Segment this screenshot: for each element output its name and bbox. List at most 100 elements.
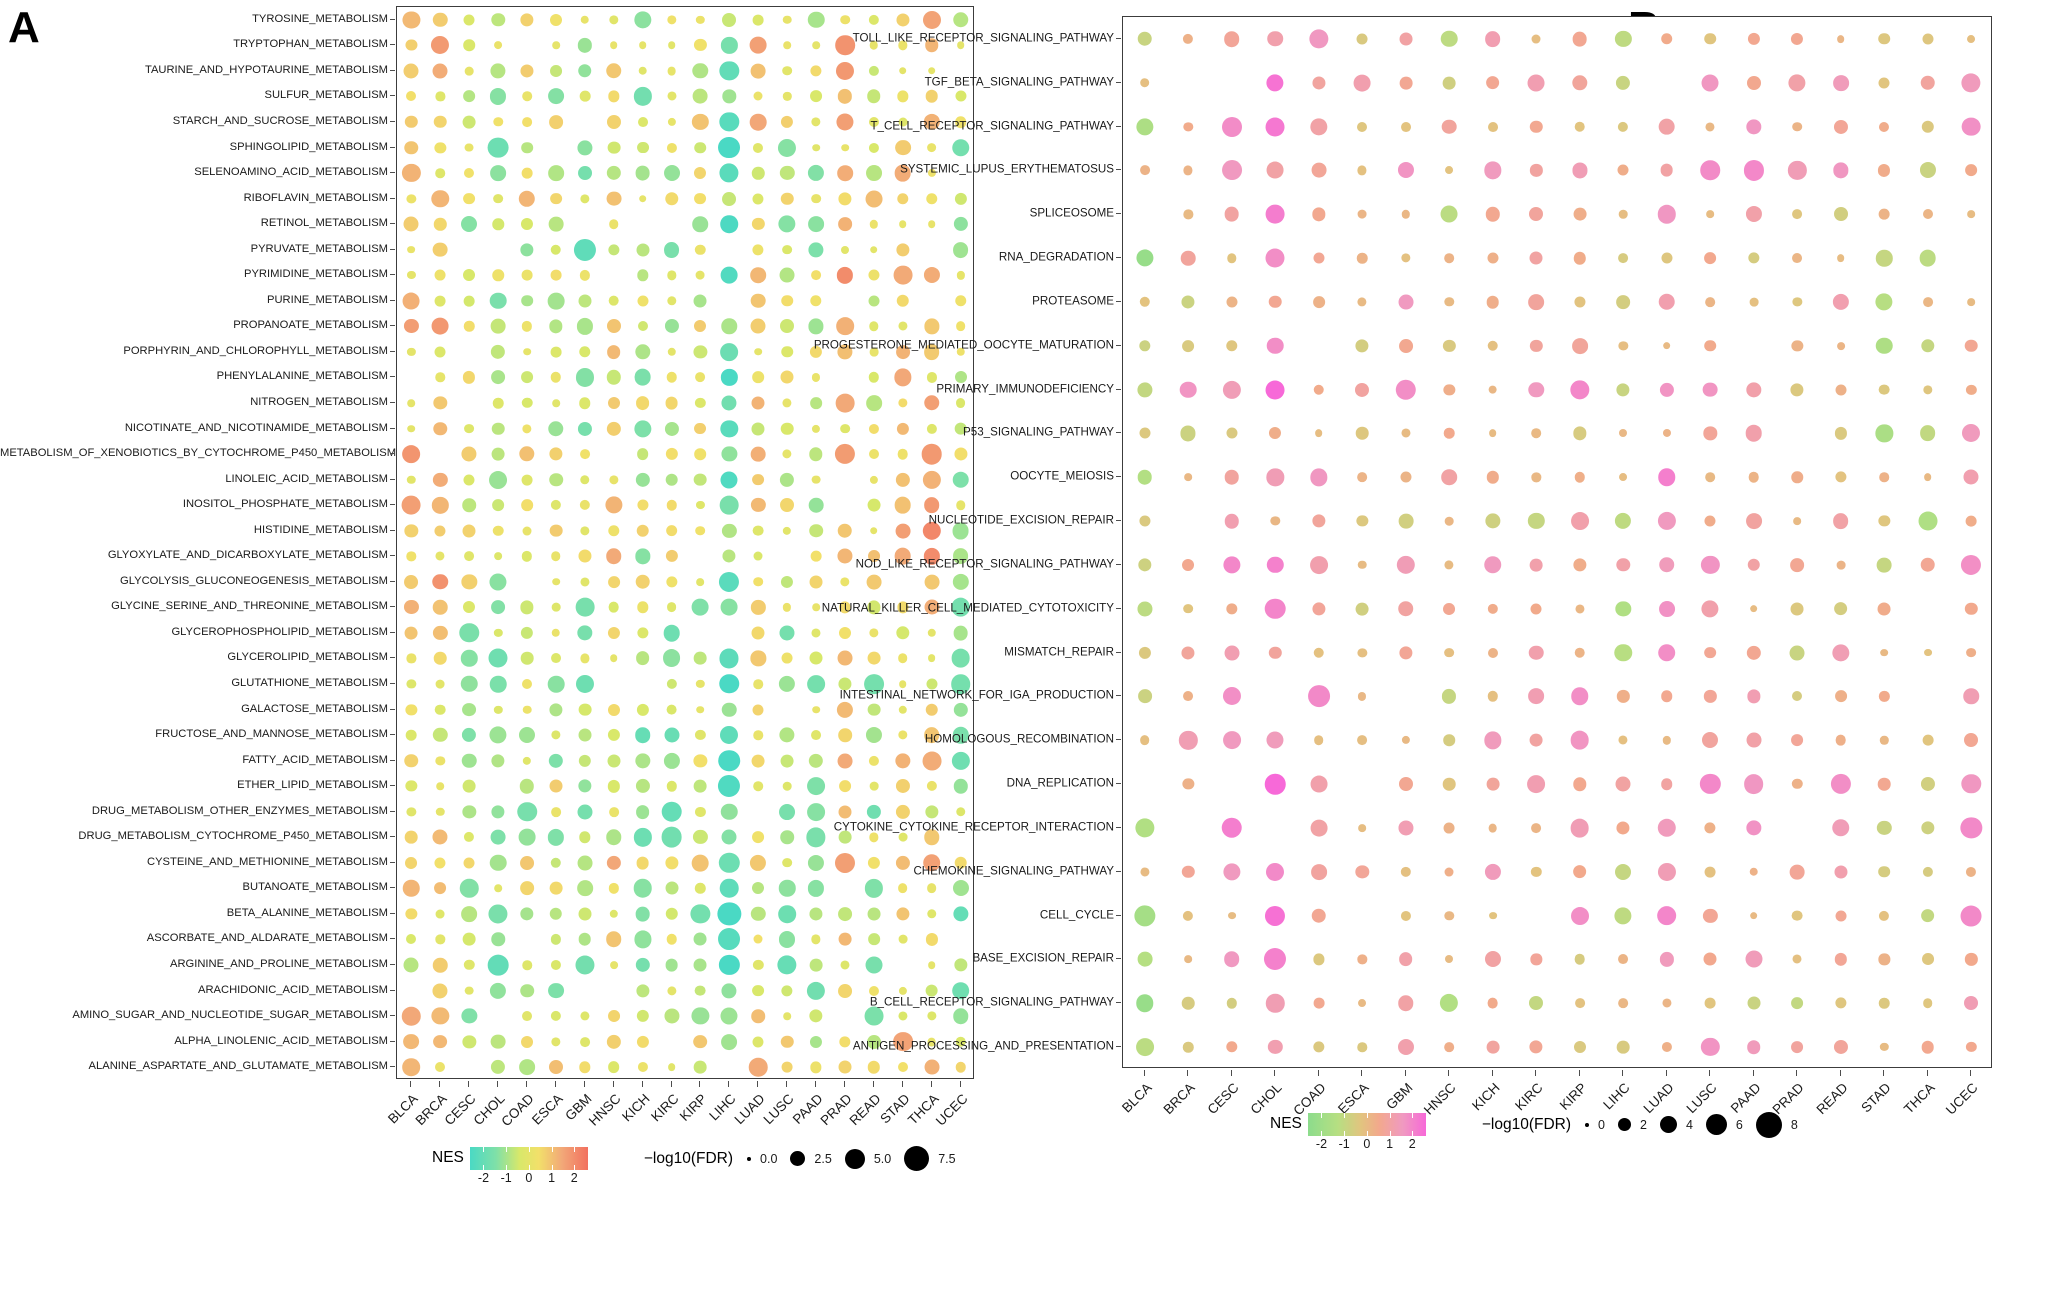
bubble-point [1445,166,1454,175]
bubble-point [1749,297,1759,307]
y-axis-tick-mark [1116,1002,1121,1004]
bubble-point [1485,75,1500,90]
bubble-point [1614,906,1632,925]
bubble-point [1267,556,1284,574]
bubble-point [1835,997,1847,1009]
bubble-point [1743,160,1764,181]
bubble-point [1358,999,1367,1008]
bubble-point [1401,210,1410,219]
x-axis-tick-mark [1317,1070,1319,1076]
bubble-point [1791,32,1804,45]
y-axis-tick-mark [1116,520,1121,522]
bubble-point [1963,688,1979,705]
bubble-point [1792,778,1803,790]
bubble-point [1355,865,1369,879]
bubble-point [1792,691,1803,702]
y-axis-tick-label: PROGESTERONE_MEDIATED_OOCYTE_MATURATION [813,338,1114,352]
y-axis-tick-mark [1116,739,1121,741]
bubble-point [1792,954,1802,964]
x-axis-tick-mark [1187,1070,1189,1076]
bubble-point [1483,556,1502,574]
bubble-point [1877,820,1892,836]
bubble-point [1221,160,1242,181]
bubble-point [1400,910,1411,921]
bubble-point [1183,121,1193,132]
bubble-point [1878,33,1891,45]
bubble-point [1443,428,1455,439]
bubble-point [1395,379,1416,400]
bubble-point [1136,117,1154,136]
bubble-point [1138,646,1151,659]
bubble-point [1355,382,1370,397]
bubble-point [1531,866,1542,877]
bubble-point [1575,604,1585,614]
bubble-point [1619,473,1628,482]
bubble-point [1268,295,1282,309]
bubble-point [1139,515,1151,527]
y-axis-tick-label: TOLL_LIKE_RECEPTOR_SIGNALING_PATHWAY [852,31,1114,45]
bubble-point [1878,208,1890,220]
bubble-point [1529,996,1544,1011]
bubble-point [1139,77,1150,88]
bubble-point [1313,252,1325,264]
bubble-point [1443,734,1456,747]
bubble-point [1574,954,1586,965]
bubble-point [1836,254,1845,262]
bubble-point [1488,823,1498,833]
bubble-point [1528,512,1545,530]
colorbar-tick-label: 2 [1408,1137,1416,1151]
y-axis-tick-mark [1116,125,1121,127]
bubble-point [1397,162,1414,179]
bubble-point [1919,425,1936,442]
bubble-point [1792,209,1803,220]
bubble-point [1444,516,1454,526]
bubble-point [1179,731,1198,750]
bubble-point [1529,1040,1543,1054]
bubble-point [1834,690,1847,703]
bubble-point [1788,161,1807,180]
y-axis-tick-label: TGF_BETA_SIGNALING_PATHWAY [924,75,1114,89]
bubble-point [1574,296,1586,308]
bubble-point [1184,955,1193,964]
bubble-point [1223,951,1240,968]
bubble-point [1746,732,1762,748]
bubble-point [1745,425,1763,442]
bubble-point [1484,951,1501,968]
bubble-point [1615,601,1631,617]
panel-b-plot: TOLL_LIKE_RECEPTOR_SIGNALING_PATHWAY TGF_… [0,0,2050,1203]
bubble-point [1879,691,1890,702]
bubble-point [1789,645,1805,661]
bubble-point [1570,379,1590,400]
bubble-point [1265,380,1285,400]
colorbar-tick-mark [1412,1113,1414,1118]
panel-b-nes-legend-title: NES [1270,1114,1302,1132]
bubble-point [1311,162,1327,178]
panel-b-size-legend: −log10(FDR) 0 2 4 6 8 [1482,1111,1811,1138]
bubble-point [1877,777,1891,791]
bubble-point [1967,210,1976,219]
bubble-point [1920,557,1936,573]
y-axis-tick-mark [1116,344,1121,346]
bubble-point [1878,953,1890,966]
bubble-point [1226,427,1238,439]
bubble-point [1616,295,1631,309]
bubble-point [1445,955,1454,964]
bubble-point [1400,471,1412,483]
panel-b-nes-colorbar-holder: -2 -1 0 1 2 [1307,1113,1426,1154]
bubble-point [1264,773,1286,795]
bubble-point [1834,953,1847,966]
y-axis-tick-mark [1116,651,1121,653]
bubble-point [1224,645,1240,661]
bubble-point [1310,819,1328,837]
y-axis-tick-mark [1116,476,1121,478]
bubble-point [1528,688,1545,705]
bubble-point [1659,382,1674,397]
bubble-point [1658,557,1675,573]
bubble-point [1270,516,1280,526]
bubble-point [1443,822,1455,834]
bubble-point [1136,994,1154,1012]
bubble-point [1967,298,1976,306]
bubble-point [1701,600,1719,618]
bubble-point [1657,818,1676,838]
bubble-point [1183,910,1194,921]
